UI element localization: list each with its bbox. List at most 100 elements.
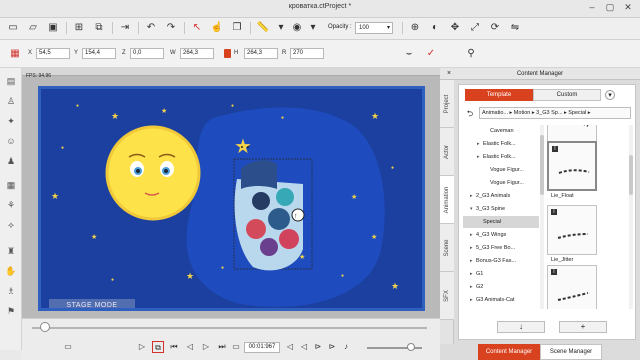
reset-icon[interactable]: ▭ — [62, 341, 74, 353]
x-field[interactable]: 54,5 — [36, 48, 70, 59]
eye-dropdown-icon[interactable]: ▾ — [306, 21, 320, 35]
hand-pose-icon[interactable]: ✋ — [4, 264, 18, 278]
tab-animation[interactable]: Animation — [440, 176, 454, 224]
layer-tool-icon[interactable]: ▦ — [4, 178, 18, 192]
music-icon[interactable]: ♪ — [340, 341, 352, 353]
minimize-icon[interactable]: – — [586, 2, 598, 12]
maximize-icon[interactable]: ▢ — [604, 2, 616, 12]
stage-canvas[interactable]: ★ ★ ● ● ★ ● ● ★ ★ ● ★ ★ ★ ● ● ★ ● ★ ↑ ★ … — [38, 86, 425, 311]
mask-icon[interactable]: ◐ — [428, 21, 442, 35]
mark-out-icon[interactable]: ◁ — [298, 341, 310, 353]
hand-tool-icon[interactable]: ☝ — [210, 21, 224, 35]
open-folder-icon[interactable]: ▱ — [26, 21, 40, 35]
eye-icon[interactable]: ◉ — [290, 21, 304, 35]
tab-actor[interactable]: Actor — [440, 128, 454, 176]
opacity-select[interactable]: 100 ▾ — [355, 22, 393, 34]
new-file-icon[interactable]: ▭ — [6, 21, 20, 35]
tab-template[interactable]: Template — [465, 89, 533, 101]
back-icon[interactable]: ⮌ — [465, 109, 475, 119]
person-icon[interactable]: ♗ — [4, 284, 18, 298]
tree-item[interactable]: ▸ Elastic Folk... — [463, 151, 539, 163]
tree-item[interactable]: ▸ Bonus-G3 Fas... — [463, 255, 539, 267]
last-frame-icon[interactable]: ⏭ — [216, 341, 228, 353]
prev-frame-icon[interactable]: ◁ — [184, 341, 196, 353]
puppet-tool-icon[interactable]: ♟ — [4, 154, 18, 168]
move-icon[interactable]: ✥ — [448, 21, 462, 35]
tab-scene[interactable]: Scene — [440, 224, 454, 272]
tree-item[interactable]: ▸ Elastic Folk... — [463, 138, 539, 150]
grid-scrollbar[interactable] — [629, 125, 633, 309]
tree-item[interactable]: ▸ G2 — [463, 281, 539, 293]
chevron-down-icon[interactable]: ▾ — [605, 90, 615, 100]
lock-ratio-icon[interactable] — [224, 49, 231, 58]
y-field[interactable]: 154,4 — [82, 48, 116, 59]
first-frame-icon[interactable]: ⏮ — [168, 341, 180, 353]
key-icon[interactable]: ⊳ — [326, 341, 338, 353]
panel-close-icon[interactable]: × — [444, 69, 454, 79]
mark-in-icon[interactable]: ◁ — [284, 341, 296, 353]
walk-icon[interactable]: ⚑ — [4, 304, 18, 318]
snap-icon[interactable]: ⊳ — [312, 341, 324, 353]
select-tool-icon[interactable]: ↖ — [190, 21, 204, 35]
motion-tool-icon[interactable]: ♜ — [4, 244, 18, 258]
pose-icon[interactable]: ⚲ — [464, 47, 478, 61]
body-tool-icon[interactable]: ♙ — [4, 94, 18, 108]
copy-icon[interactable]: ❐ — [230, 21, 244, 35]
grid-tool-icon[interactable]: ▤ — [4, 74, 18, 88]
template-card[interactable]: I — [547, 265, 597, 309]
rotate-icon[interactable]: ⟳ — [488, 21, 502, 35]
export-icon[interactable]: ⇥ — [118, 21, 132, 35]
timecode-field[interactable]: 00:01:967 — [244, 342, 280, 353]
template-card[interactable]: I — [547, 205, 597, 255]
tree-item[interactable]: ▾ 3_G3 Spine — [463, 203, 539, 215]
ruler-icon[interactable]: 📏 — [256, 21, 270, 35]
resize-icon[interactable]: ⤢ — [468, 21, 482, 35]
play-icon[interactable]: ▷ — [136, 341, 148, 353]
ruler-dropdown-icon[interactable]: ▾ — [274, 21, 288, 35]
tree-item[interactable]: ▸ 2_G3 Animals — [463, 190, 539, 202]
volume-knob[interactable] — [407, 343, 415, 351]
breadcrumb[interactable]: Animatio... ▸ Motion ▸ 3_G3 Sp... ▸ Spec… — [479, 107, 631, 119]
w-field[interactable]: 264,3 — [180, 48, 214, 59]
save-icon[interactable]: ▣ — [46, 21, 60, 35]
tree-item[interactable]: ▸ 5_G3 Free Bo... — [463, 242, 539, 254]
next-frame-icon[interactable]: ▷ — [200, 341, 212, 353]
check-curve-icon[interactable]: ✓ — [424, 47, 438, 61]
timeline-playhead[interactable] — [40, 322, 50, 332]
loop-icon[interactable]: ⧉ — [152, 341, 164, 353]
template-card[interactable]: I — [547, 141, 597, 191]
tab-scene-manager[interactable]: Scene Manager — [540, 344, 602, 360]
tree-scrollbar[interactable] — [540, 125, 544, 309]
download-button[interactable]: ↓ — [497, 321, 545, 333]
align-icon[interactable]: ▦ — [8, 47, 22, 61]
import-icon[interactable]: ⊞ — [72, 21, 86, 35]
tree-item[interactable]: Special — [463, 216, 539, 228]
z-field[interactable]: 0,0 — [130, 48, 164, 59]
face-tool-icon[interactable]: ☺ — [4, 134, 18, 148]
close-icon[interactable]: ✕ — [622, 2, 634, 12]
timeline-track[interactable] — [32, 327, 427, 329]
tree-item[interactable]: Vogue Figur... — [463, 177, 539, 189]
tab-sfx[interactable]: SFX — [440, 272, 454, 320]
tab-custom[interactable]: Custom — [533, 89, 601, 101]
tree-item[interactable]: Caveman — [463, 125, 539, 137]
actor-tool-icon[interactable]: ✦ — [4, 114, 18, 128]
pivot-icon[interactable]: ⊕ — [408, 21, 422, 35]
sprite-tool-icon[interactable]: ⚘ — [4, 198, 18, 212]
flip-icon[interactable]: ⇋ — [508, 21, 522, 35]
bone-tool-icon[interactable]: ⟡ — [4, 218, 18, 232]
undo-icon[interactable]: ↶ — [144, 21, 158, 35]
r-field[interactable]: 270 — [290, 48, 324, 59]
tab-content-manager[interactable]: Content Manager — [478, 344, 540, 360]
redo-icon[interactable]: ↷ — [164, 21, 178, 35]
tab-project[interactable]: Project — [440, 80, 454, 128]
h-field[interactable]: 264,3 — [244, 48, 278, 59]
curve-icon[interactable]: ⌣ — [402, 47, 416, 61]
render-icon[interactable]: ⧉ — [92, 21, 106, 35]
tree-item[interactable]: ▸ G1 — [463, 268, 539, 280]
tree-item[interactable]: ▸ 4_G3 Wings — [463, 229, 539, 241]
tree-item[interactable]: ▸ G3 Animals-Cat — [463, 294, 539, 306]
stop-icon[interactable]: ▭ — [230, 341, 242, 353]
tree-item[interactable]: Vogue Figur... — [463, 164, 539, 176]
add-button[interactable]: + — [559, 321, 607, 333]
